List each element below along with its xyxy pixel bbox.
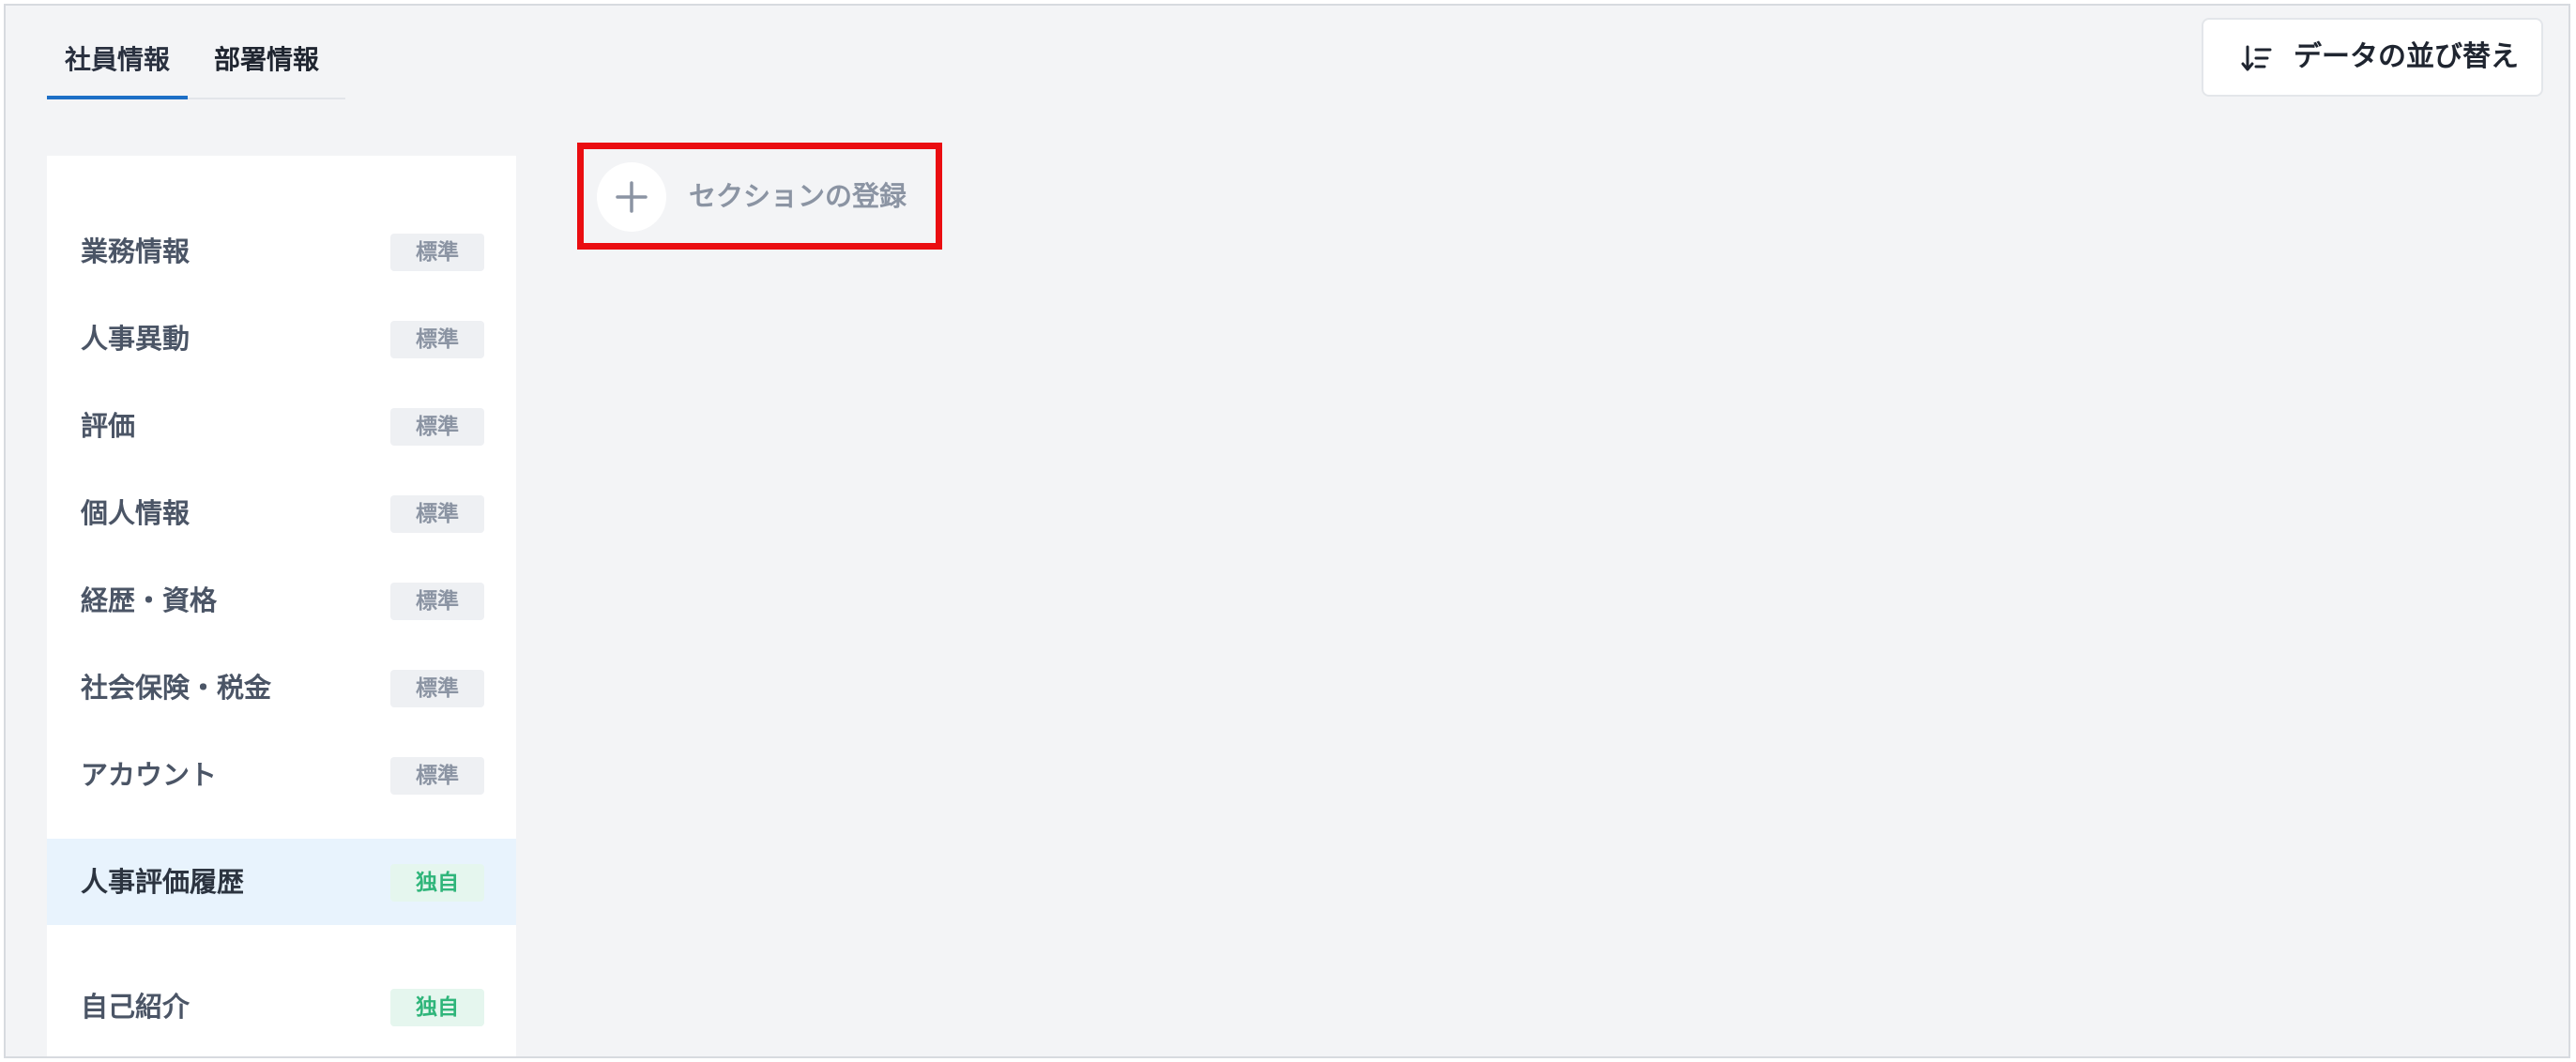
- app-frame: 社員情報 部署情報 データの並び替え 業務情報 標準 人事異動 標準 評価 標準: [4, 4, 2570, 1058]
- sidebar-item-personnel-transfer[interactable]: 人事異動 標準: [47, 296, 516, 382]
- sidebar-item-personal-info[interactable]: 個人情報 標準: [47, 470, 516, 556]
- custom-badge: 独自: [390, 989, 484, 1026]
- tab-bar: 社員情報 部署情報: [47, 34, 345, 99]
- sidebar-item-account[interactable]: アカウント 標準: [47, 732, 516, 818]
- sidebar-item-label: 社会保険・税金: [81, 672, 272, 704]
- standard-badge: 標準: [390, 670, 484, 707]
- sidebar-item-evaluation-history[interactable]: 人事評価履歴 独自: [47, 839, 516, 925]
- standard-badge: 標準: [390, 321, 484, 358]
- sidebar-item-label: 自己紹介: [81, 991, 191, 1023]
- sidebar-item-label: 評価: [81, 410, 136, 442]
- section-sidebar: 業務情報 標準 人事異動 標準 評価 標準 個人情報 標準 経歴・資格 標準 社…: [47, 156, 516, 1056]
- sidebar-item-career-qualifications[interactable]: 経歴・資格 標準: [47, 557, 516, 644]
- sidebar-item-evaluation[interactable]: 評価 標準: [47, 383, 516, 469]
- sidebar-item-self-introduction[interactable]: 自己紹介 独自: [47, 963, 516, 1050]
- add-section-button[interactable]: セクションの登録: [577, 143, 942, 250]
- sidebar-item-business-info[interactable]: 業務情報 標準: [47, 208, 516, 295]
- sidebar-item-label: 人事評価履歴: [81, 866, 245, 898]
- standard-badge: 標準: [390, 234, 484, 271]
- tab-employee-info[interactable]: 社員情報: [47, 34, 188, 96]
- standard-badge: 標準: [390, 495, 484, 533]
- tab-department-info[interactable]: 部署情報: [188, 34, 345, 96]
- sidebar-item-label: アカウント: [81, 759, 218, 791]
- active-tab-indicator: [47, 96, 188, 99]
- standard-badge: 標準: [390, 408, 484, 446]
- sidebar-item-label: 人事異動: [81, 323, 191, 355]
- standard-badge: 標準: [390, 757, 484, 795]
- sidebar-item-label: 個人情報: [81, 497, 191, 529]
- sort-data-button[interactable]: データの並び替え: [2202, 18, 2543, 97]
- sidebar-item-label: 経歴・資格: [81, 584, 218, 616]
- standard-badge: 標準: [390, 583, 484, 620]
- sort-lines-icon: [2239, 42, 2273, 76]
- sort-button-label: データの並び替え: [2294, 40, 2519, 73]
- plus-icon: [597, 162, 666, 232]
- sidebar-item-social-insurance-tax[interactable]: 社会保険・税金 標準: [47, 645, 516, 731]
- custom-badge: 独自: [390, 864, 484, 902]
- sidebar-item-label: 業務情報: [81, 235, 191, 267]
- add-section-label: セクションの登録: [689, 180, 907, 212]
